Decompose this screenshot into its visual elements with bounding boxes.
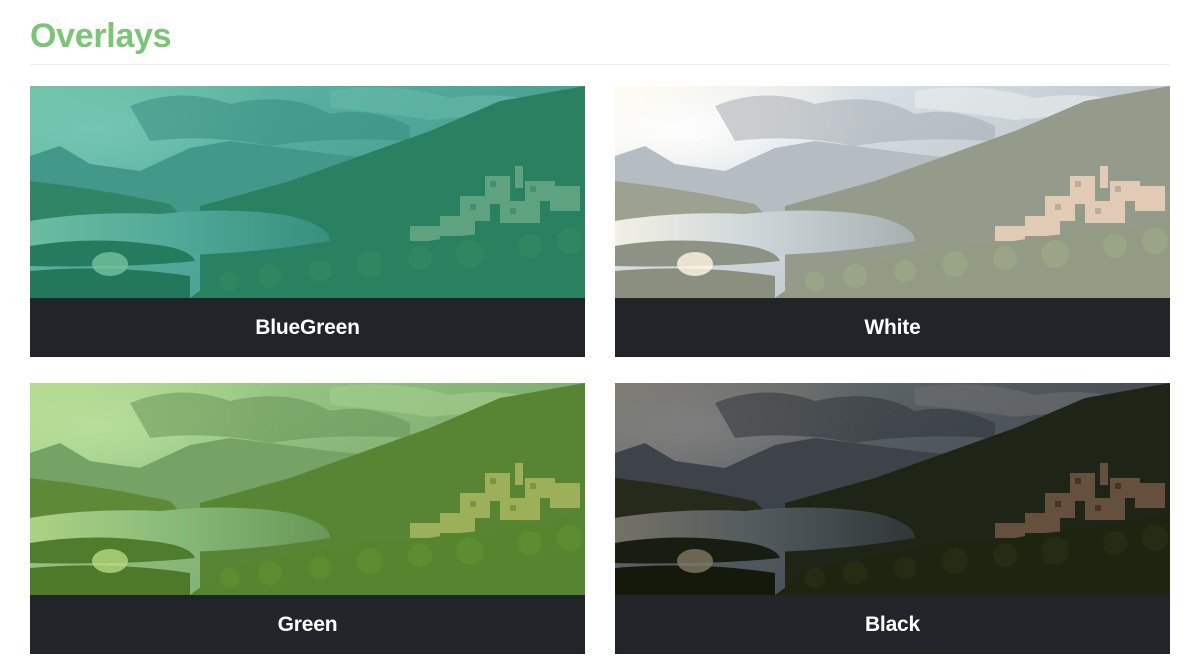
black-overlay (615, 383, 1170, 595)
card-caption: Green (277, 612, 338, 636)
overlay-card-black[interactable]: Black (615, 383, 1170, 654)
card-image (615, 86, 1170, 298)
white-overlay (615, 86, 1170, 298)
page-title: Overlays (30, 17, 172, 55)
card-image (30, 86, 585, 298)
overlay-card-green[interactable]: Green (30, 383, 585, 654)
card-caption: White (864, 315, 921, 339)
card-image (615, 383, 1170, 595)
green-overlay (30, 383, 585, 595)
overlay-card-bluegreen[interactable]: BlueGreen (30, 86, 585, 357)
card-caption: BlueGreen (255, 315, 360, 339)
card-image (30, 383, 585, 595)
card-caption: Black (864, 612, 921, 636)
bluegreen-overlay (30, 86, 585, 298)
overlay-card-white[interactable]: White (615, 86, 1170, 357)
page-header: Overlays (30, 14, 1170, 65)
